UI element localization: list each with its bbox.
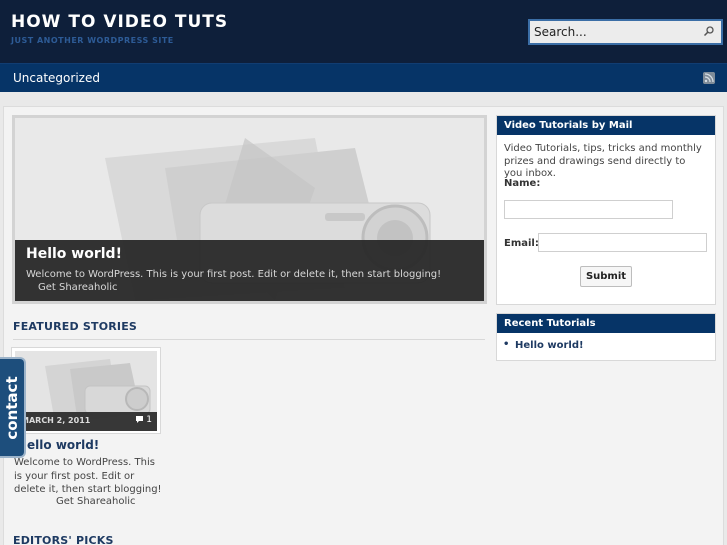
thumbnail-meta-bar: MARCH 2, 2011 1 [15,412,157,431]
comment-count[interactable]: 1 [136,415,152,425]
submit-button[interactable]: Submit [580,266,632,287]
search-icon[interactable] [703,25,715,37]
contact-tab-label: contact [3,375,21,440]
search-input[interactable] [534,24,694,40]
slider-caption: Hello world! Welcome to WordPress. This … [15,240,484,301]
site-tagline: JUST ANOTHER WORDPRESS SITE [11,36,174,45]
featured-stories-heading: FEATURED STORIES [13,320,138,333]
featured-post-thumbnail[interactable]: MARCH 2, 2011 1 [11,347,161,434]
featured-slider[interactable]: Hello world! Welcome to WordPress. This … [12,115,487,304]
name-label: Name: [504,178,541,189]
recent-tutorials-title: Recent Tutorials [497,314,715,333]
rss-icon[interactable] [703,72,715,84]
post-date: MARCH 2, 2011 [21,416,91,425]
search-box[interactable] [528,19,723,45]
thumbnail-image[interactable]: MARCH 2, 2011 1 [15,351,157,431]
subscribe-widget: Video Tutorials by Mail Video Tutorials,… [496,115,716,305]
featured-post-title[interactable]: Hello world! [17,438,99,452]
slider-share-link[interactable]: Get Shareaholic [38,282,118,293]
contact-tab[interactable]: contact [0,357,26,458]
email-label: Email: [504,238,539,249]
section-divider [13,339,485,340]
featured-post-excerpt: Welcome to WordPress. This is your first… [14,457,162,495]
site-title[interactable]: HOW TO VIDEO TUTS [11,12,228,32]
editors-picks-heading: EDITORS' PICKS [13,534,114,545]
slider-post-title[interactable]: Hello world! [26,246,122,262]
recent-tutorials-widget: Recent Tutorials Hello world! [496,313,716,361]
comment-icon [136,416,144,423]
subscribe-description: Video Tutorials, tips, tricks and monthl… [504,143,702,179]
site-header: HOW TO VIDEO TUTS JUST ANOTHER WORDPRESS… [0,0,727,63]
subscribe-widget-title: Video Tutorials by Mail [497,116,715,135]
main-nav: Uncategorized [0,63,727,92]
comment-count-value: 1 [146,415,152,425]
recent-tutorial-link[interactable]: Hello world! [503,339,584,351]
name-field[interactable] [504,200,673,219]
featured-share-link[interactable]: Get Shareaholic [56,496,136,507]
recent-tutorial-label: Hello world! [515,340,584,351]
slider-post-excerpt: Welcome to WordPress. This is your first… [26,269,442,280]
nav-item-uncategorized[interactable]: Uncategorized [13,71,100,85]
email-field[interactable] [538,233,707,252]
